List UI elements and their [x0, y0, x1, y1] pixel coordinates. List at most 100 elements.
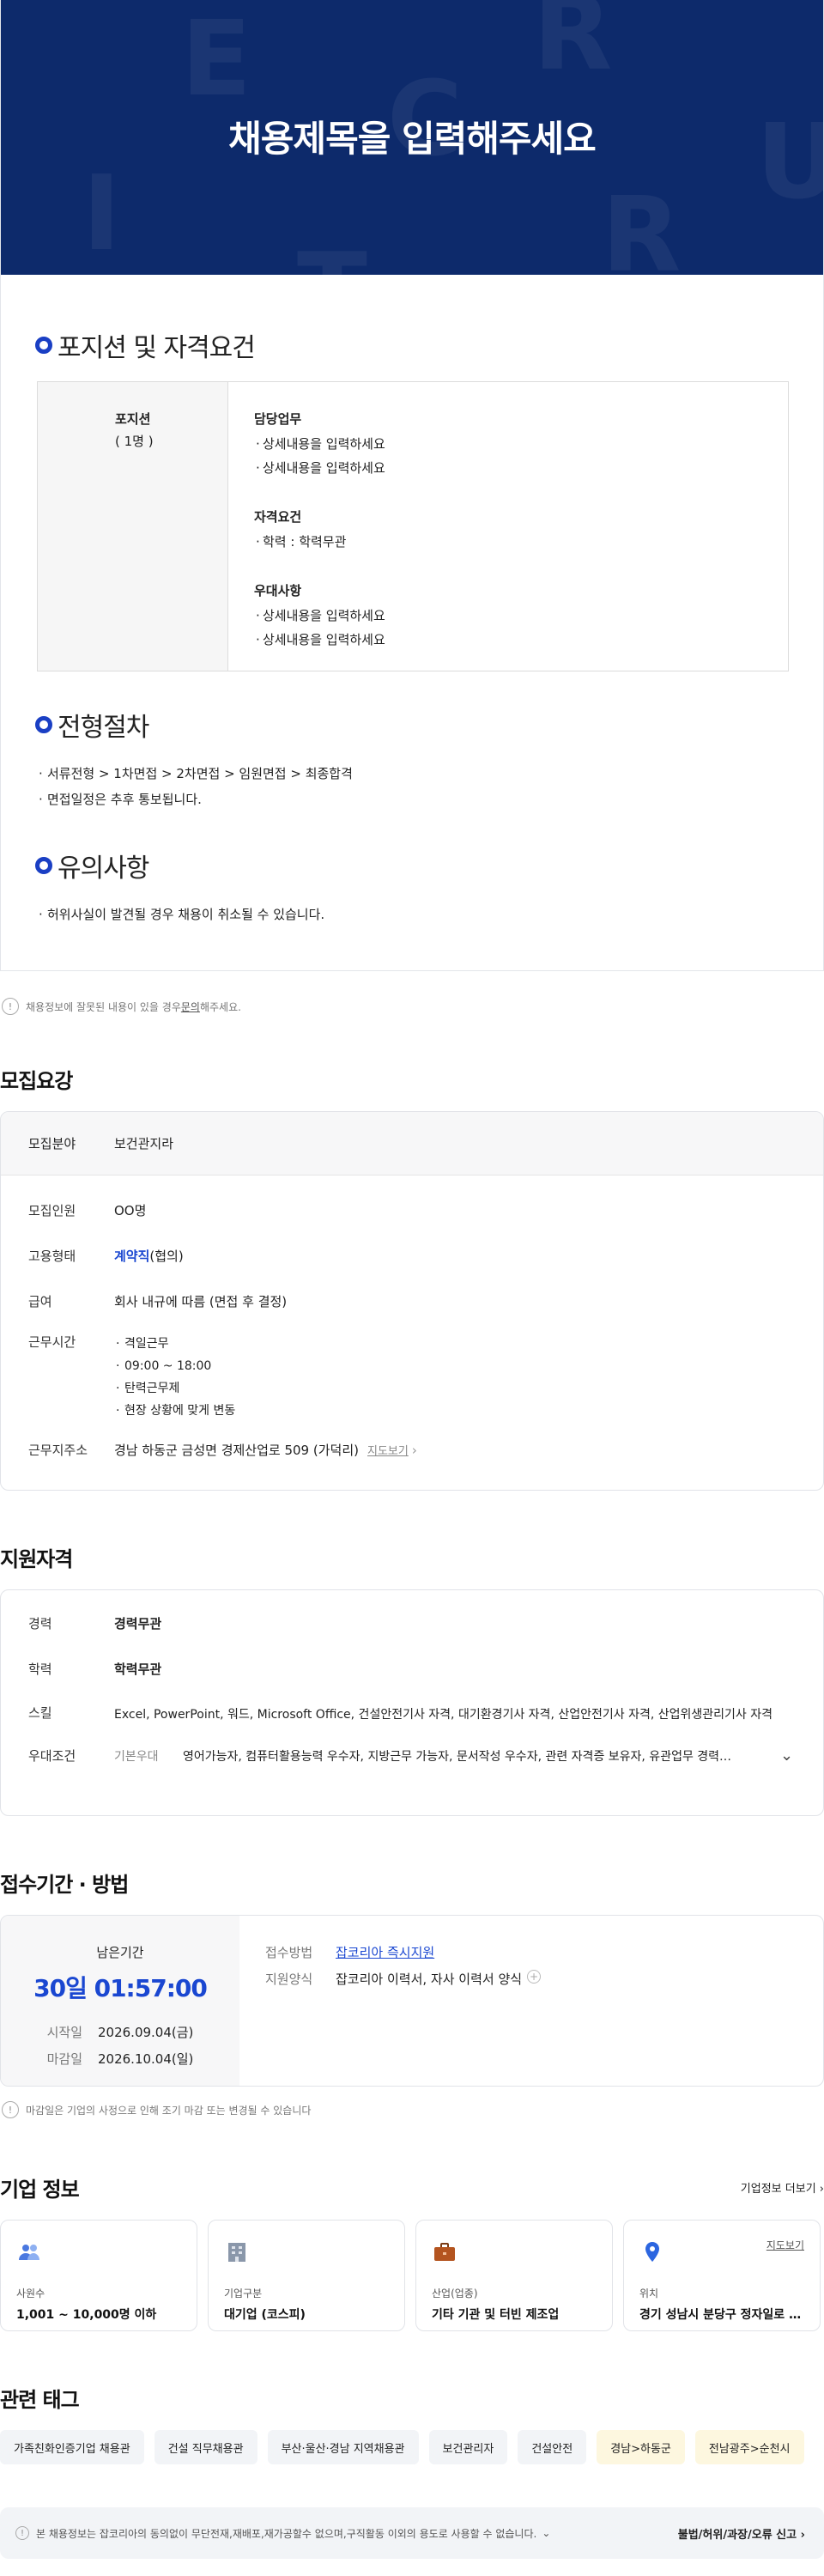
end-value: 2026.10.04(일) — [98, 2051, 194, 2067]
recruit-row: 모집인원 OO명 — [1, 1201, 823, 1219]
position-label: 포지션 — [115, 411, 151, 427]
recruit-field-row: 모집분야 보건관지라 — [1, 1112, 823, 1176]
company-card: 사원수 1,001 ~ 10,000명 이하 — [0, 2220, 197, 2331]
card-value: 기타 기관 및 터빈 제조업 — [432, 2308, 560, 2322]
recruit-title: 모집요강 — [0, 1069, 73, 1093]
chevron-down-icon[interactable]: ⌄ — [780, 1747, 793, 1765]
detail-group-title: 우대사항 — [254, 583, 302, 598]
info-icon: ! — [2, 2101, 19, 2118]
company-card: 산업(업종) 기타 기관 및 터빈 제조업 — [415, 2220, 613, 2331]
position-section: 포지션 및 자격요건 포지션 ( 1명 ) 담당업무 상세내용을 입력하세요 상… — [35, 326, 789, 671]
list-item: 허위사실이 발견될 경우 채용이 취소될 수 있습니다. — [35, 902, 789, 927]
row-key: 스킬 — [28, 1705, 52, 1721]
qualification-box: 경력 경력무관 학력 학력무관 스킬 Excel, PowerPoint, 워드… — [0, 1589, 824, 1816]
recruit-row: 근무시간 격일근무 09:00 ~ 18:00 탄력근무제 현장 상황에 맞게 … — [1, 1333, 823, 1422]
recruit-row: 급여 회사 내규에 따름 (면접 후 결정) — [1, 1292, 823, 1310]
row-value: Excel, PowerPoint, 워드, Microsoft Office,… — [114, 1708, 772, 1722]
detail-group: 우대사항 상세내용을 입력하세요 상세내용을 입력하세요 — [254, 580, 385, 652]
recruit-box: 모집분야 보건관지라 모집인원 OO명 고용형태 계약직(협의) 급여 회사 내… — [0, 1111, 824, 1491]
list-item: 상세내용을 입력하세요 — [254, 432, 385, 456]
ring-icon — [35, 857, 52, 874]
tag-item[interactable]: 건설 직무채용관 — [154, 2430, 258, 2464]
company-header: 기업 정보 기업정보 더보기 › — [0, 2172, 824, 2202]
row-value: 회사 내규에 따름 (면접 후 결정) — [114, 1294, 288, 1309]
section-heading-text: 포지션 및 자격요건 — [58, 333, 256, 363]
apply-now-link[interactable]: 잡코리아 즉시지원 — [336, 1943, 434, 1961]
row-key: 학력 — [28, 1662, 52, 1677]
section-heading: 전형절차 — [35, 706, 789, 744]
hero-letter: R — [533, 0, 613, 94]
report-text: 채용정보에 잘못된 내용이 있을 경우 — [26, 1000, 181, 1013]
row-key: 우대조건 — [28, 1748, 76, 1764]
row-value: 경력무관 — [114, 1616, 162, 1631]
section-heading-text: 전형절차 — [58, 713, 149, 743]
row-key: 급여 — [28, 1294, 52, 1309]
company-more-link[interactable]: 기업정보 더보기 › — [741, 2179, 824, 2196]
report-link[interactable]: 불법/허위/과장/오류 신고 › — [678, 2525, 805, 2542]
list-item: 격일근무 — [114, 1333, 797, 1355]
list-item: 상세내용을 입력하세요 — [254, 604, 385, 628]
list-item: 상세내용을 입력하세요 — [254, 456, 385, 480]
hero-letter: R — [602, 176, 682, 276]
qualification-title: 지원자격 — [0, 1547, 73, 1571]
card-label: 위치 — [639, 2287, 659, 2300]
tag-item[interactable]: 보건관리자 — [428, 2430, 508, 2464]
row-value: 계약직(협의) — [114, 1247, 823, 1265]
apply-title: 접수기간 · 방법 — [0, 1873, 129, 1897]
employment-type: 계약직 — [114, 1249, 150, 1264]
deadline-notice: ! 마감일은 기업의 사정으로 인해 조기 마감 또는 변경될 수 있습니다 — [0, 2087, 824, 2121]
company-section: 기업 정보 기업정보 더보기 › 사원수 1,001 ~ 10,000명 이하 … — [0, 2172, 824, 2331]
briefcase-icon — [432, 2239, 457, 2265]
qualification-section: 지원자격 경력 경력무관 학력 학력무관 스킬 Excel, PowerPoin… — [0, 1542, 824, 1816]
card-label: 산업(업종) — [432, 2287, 478, 2300]
map-link[interactable]: 지도보기 — [367, 1445, 409, 1458]
start-date-row: 시작일 2026.09.04(금) — [1, 2023, 239, 2041]
recruit-section: 모집요강 모집분야 보건관지라 모집인원 OO명 고용형태 계약직(협의) 급여… — [0, 1064, 824, 1491]
start-value: 2026.09.04(금) — [98, 2025, 194, 2040]
method-row: 접수방법 잡코리아 즉시지원 — [265, 1943, 541, 1961]
start-key: 시작일 — [46, 2025, 82, 2040]
card-value: 대기업 (코스피) — [224, 2308, 306, 2322]
section-heading: 포지션 및 자격요건 — [35, 326, 789, 364]
tag-item[interactable]: 경남>하동군 — [597, 2430, 685, 2464]
people-icon — [16, 2239, 42, 2265]
list-item: 면접일정은 추후 통보됩니다. — [35, 787, 789, 812]
apply-method: 접수방법 잡코리아 즉시지원 지원양식 잡코리아 이력서, 자사 이력서 양식 + — [239, 1916, 542, 2086]
list-item: 서류전형 > 1차면접 > 2차면접 > 임원면접 > 최종합격 — [35, 761, 789, 787]
list-item: 탄력근무제 — [114, 1377, 797, 1400]
hero-letter: E — [181, 0, 251, 119]
end-key: 마감일 — [46, 2051, 82, 2067]
chevron-right-icon: › — [800, 2528, 805, 2542]
row-key: 근무시간 — [28, 1334, 76, 1350]
tag-item[interactable]: 전남광주>순천시 — [694, 2430, 804, 2464]
footer-notice[interactable]: ! 본 채용정보는 잡코리아의 동의없이 무단전재,재배포,재가공할수 없으며,… — [15, 2526, 550, 2541]
qualification-row: 스킬 Excel, PowerPoint, 워드, Microsoft Offi… — [1, 1704, 823, 1726]
qualification-row: 경력 경력무관 — [1, 1614, 823, 1632]
inquiry-link[interactable]: 문의 — [181, 999, 200, 1014]
address-text: 경남 하동군 금성면 경제산업로 509 (가덕리) — [114, 1443, 359, 1458]
card-label: 사원수 — [16, 2287, 45, 2300]
company-map-link[interactable]: 지도보기 — [766, 2238, 804, 2252]
info-icon: ! — [15, 2526, 29, 2540]
tag-item[interactable]: 가족친화인증기업 채용관 — [0, 2430, 144, 2464]
remain-countdown: 30일 01:57:00 — [33, 1974, 208, 2002]
hero-letter: I — [82, 155, 121, 274]
end-date-row: 마감일 2026.10.04(일) — [1, 2050, 239, 2068]
position-details: 담당업무 상세내용을 입력하세요 상세내용을 입력하세요 자격요건 학력 : 학… — [228, 382, 385, 671]
recruit-row: 고용형태 계약직(협의) — [1, 1247, 823, 1265]
plus-icon[interactable]: + — [527, 1970, 542, 1984]
pref-value: 영어가능자, 컴퓨터활용능력 우수자, 지방근무 가능자, 문서작성 우수자, … — [183, 1749, 732, 1764]
company-cards: 사원수 1,001 ~ 10,000명 이하 기업구분 대기업 (코스피) 산업… — [0, 2220, 824, 2331]
list-item: 09:00 ~ 18:00 — [114, 1355, 797, 1377]
detail-group-title: 담당업무 — [254, 411, 302, 427]
row-key: 모집인원 — [28, 1203, 76, 1218]
position-cell: 포지션 ( 1명 ) — [38, 382, 228, 671]
qualification-row: 우대조건 기본우대 영어가능자, 컴퓨터활용능력 우수자, 지방근무 가능자, … — [1, 1747, 823, 1765]
tag-item[interactable]: 건설안전 — [518, 2430, 587, 2464]
remain-label: 남은기간 — [96, 1945, 144, 1960]
company-card: 기업구분 대기업 (코스피) — [208, 2220, 405, 2331]
row-key: 경력 — [28, 1616, 52, 1631]
section-heading-text: 유의사항 — [58, 854, 149, 884]
company-title: 기업 정보 — [0, 2178, 80, 2202]
tag-item[interactable]: 부산·울산·경남 지역채용관 — [267, 2430, 419, 2464]
